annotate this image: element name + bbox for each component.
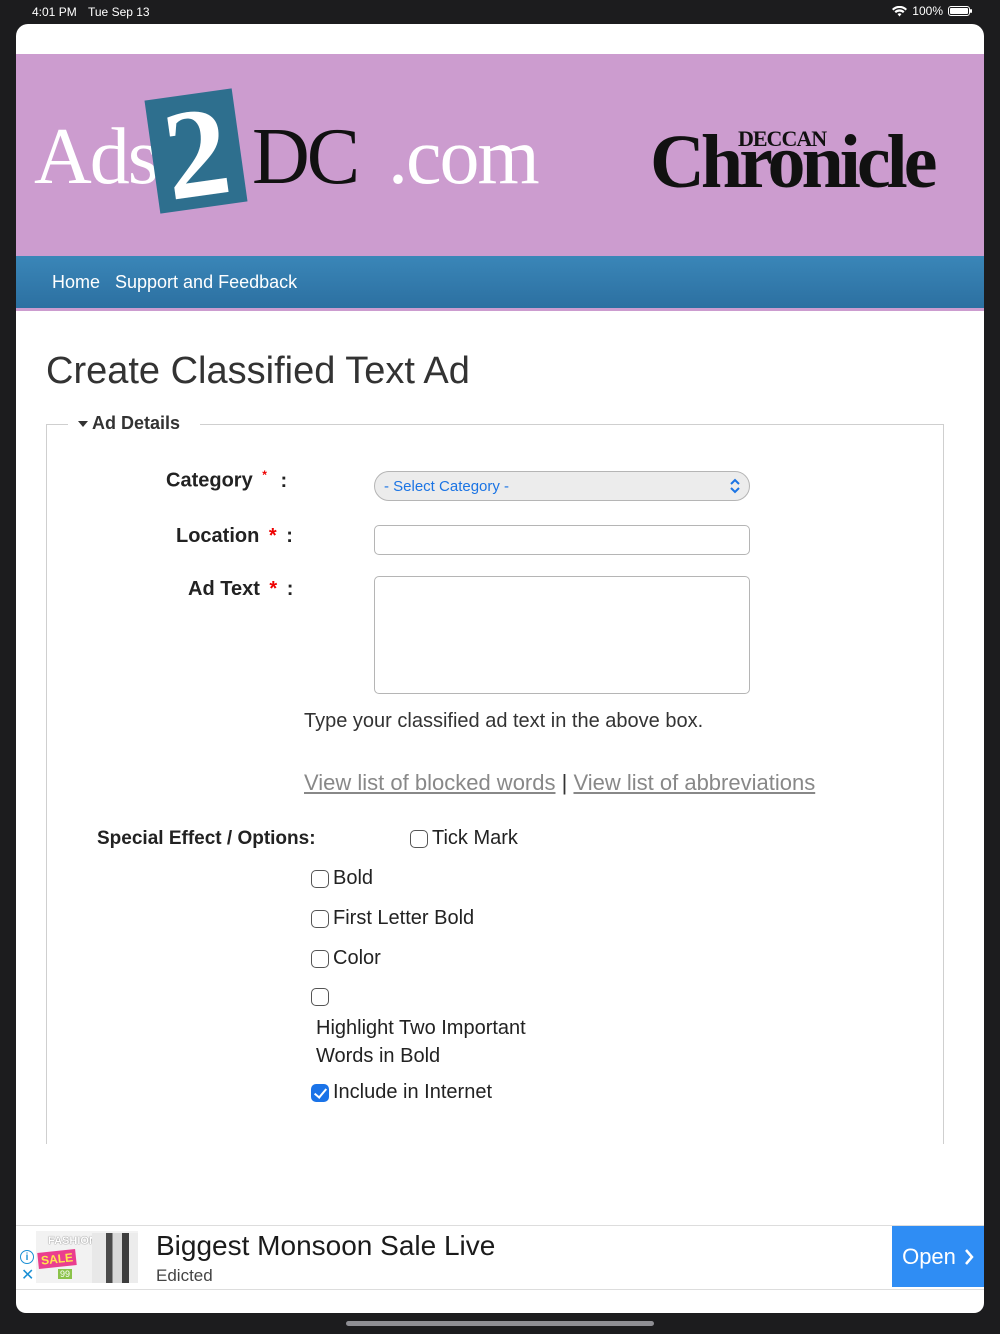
nav-home-link[interactable]: Home: [52, 272, 100, 293]
ad-text-help: Type your classified ad text in the abov…: [304, 710, 704, 732]
options-label: Special Effect / Options:: [97, 828, 316, 849]
page-title: Create Classified Text Ad: [46, 350, 470, 392]
ad-thumbnail[interactable]: FASHION SALE 99: [36, 1231, 138, 1283]
select-arrows-icon: [730, 478, 740, 494]
option-color[interactable]: Color: [311, 947, 381, 970]
link-separator: |: [561, 770, 568, 795]
main-nav: Home Support and Feedback: [16, 256, 984, 311]
first-letter-bold-checkbox[interactable]: [311, 909, 329, 928]
battery-icon: [948, 6, 972, 16]
browser-sheet: Ads 2 DC .com DECCAN Chronicle Home Supp…: [16, 24, 984, 1313]
required-mark: *: [269, 578, 278, 600]
include-internet-checkbox[interactable]: [311, 1083, 329, 1102]
ad-details-legend: Ad Details: [92, 413, 181, 433]
ad-banner[interactable]: i ✕ FASHION SALE 99 Biggest Monsoon Sale…: [16, 1225, 984, 1290]
ad-close-icon[interactable]: ✕: [21, 1268, 34, 1284]
location-label: Location * :: [176, 525, 293, 547]
caret-down-icon: [78, 420, 88, 427]
info-links: View list of blocked words | View list o…: [304, 770, 815, 796]
status-right: 100%: [892, 4, 972, 18]
required-mark: *: [262, 468, 267, 482]
tick-mark-checkbox[interactable]: [410, 829, 428, 848]
option-highlight-two-words[interactable]: [311, 988, 329, 1006]
bold-checkbox[interactable]: [311, 869, 329, 888]
ad-title[interactable]: Biggest Monsoon Sale Live: [156, 1230, 495, 1262]
ad-text-textarea[interactable]: [374, 576, 750, 694]
highlight-words-checkbox[interactable]: [311, 988, 329, 1006]
category-select[interactable]: - Select Category -: [374, 471, 750, 501]
location-input[interactable]: [374, 525, 750, 555]
site-header: Ads 2 DC .com DECCAN Chronicle: [16, 54, 984, 256]
ad-info-icon[interactable]: i: [20, 1250, 34, 1264]
color-checkbox[interactable]: [311, 949, 329, 968]
category-label: Category * :: [166, 468, 288, 492]
status-time: 4:01 PM: [32, 5, 77, 19]
ad-open-button[interactable]: Open: [892, 1226, 984, 1287]
option-include-internet[interactable]: Include in Internet: [311, 1081, 492, 1104]
status-bar: 4:01 PM Tue Sep 13 100%: [0, 0, 1000, 24]
highlight-words-label: Highlight Two Important Words in Bold: [316, 1017, 526, 1067]
blocked-words-link[interactable]: View list of blocked words: [304, 770, 556, 795]
chevron-right-icon: [964, 1248, 974, 1265]
option-first-letter-bold[interactable]: First Letter Bold: [311, 907, 474, 930]
option-bold[interactable]: Bold: [311, 867, 373, 890]
home-indicator[interactable]: [346, 1321, 654, 1326]
nav-support-link[interactable]: Support and Feedback: [115, 272, 297, 293]
deccan-chronicle-logo[interactable]: DECCAN Chronicle: [650, 124, 950, 204]
category-select-value: - Select Category -: [384, 478, 510, 495]
abbreviations-link[interactable]: View list of abbreviations: [573, 770, 815, 795]
required-mark: *: [268, 525, 277, 547]
ad-details-toggle[interactable]: Ad Details: [68, 413, 201, 434]
wifi-icon: [892, 5, 908, 16]
battery-percent: 100%: [912, 4, 943, 18]
option-tick-mark[interactable]: Tick Mark: [410, 827, 518, 850]
ad-text-label: Ad Text * :: [188, 578, 294, 600]
status-date: Tue Sep 13: [88, 5, 150, 19]
ad-advertiser: Edicted: [156, 1266, 213, 1285]
